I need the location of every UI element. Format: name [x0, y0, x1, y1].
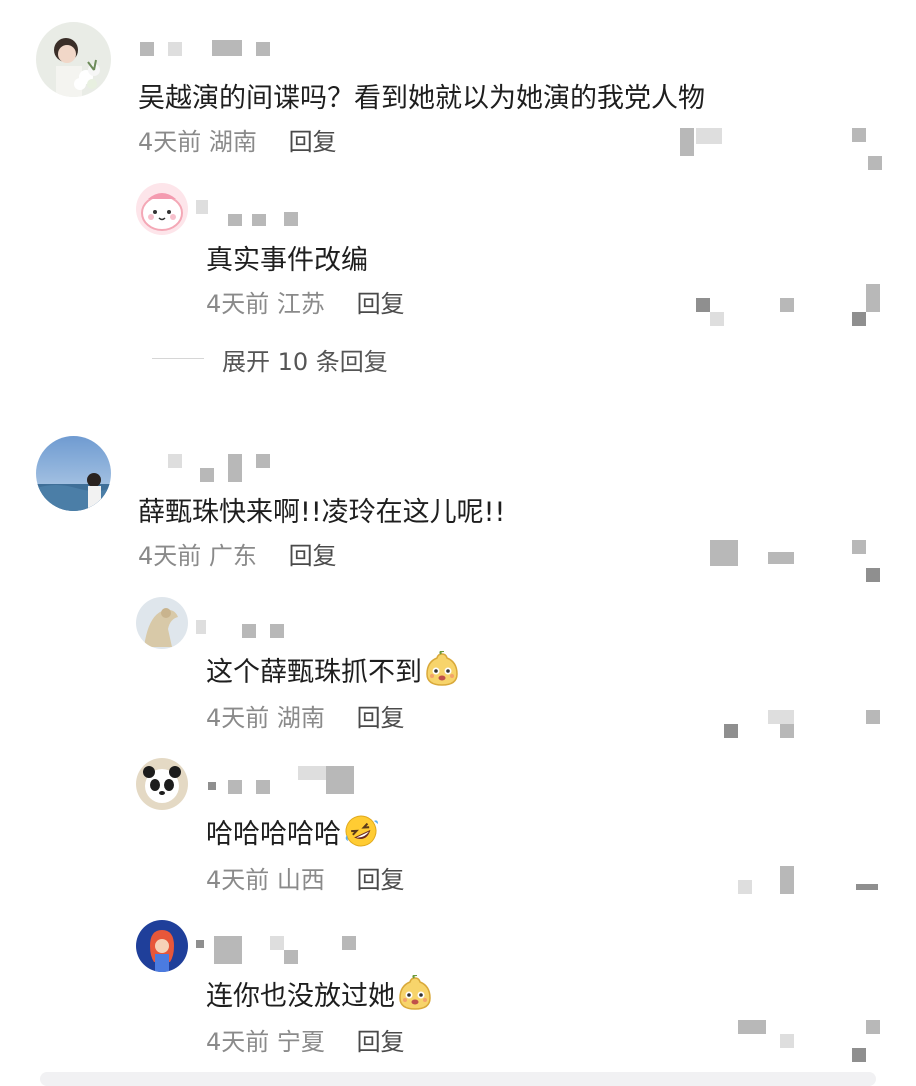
reply-meta: 4天前 宁夏 回复	[206, 1022, 405, 1057]
user-avatar-flowers-icon	[36, 22, 111, 97]
reply-time: 4天前	[206, 866, 270, 894]
reply-time: 4天前	[206, 1028, 270, 1056]
reply-text-content: 这个薛甄珠抓不到	[206, 657, 422, 688]
reply-meta: 4天前 江苏 回复	[206, 284, 405, 319]
reply-text: 哈哈哈哈哈	[206, 812, 379, 856]
reply-location: 山西	[276, 866, 325, 894]
reply-text: 这个薛甄珠抓不到	[206, 650, 460, 694]
user-avatar[interactable]	[36, 436, 111, 511]
reply-location: 湖南	[276, 704, 325, 732]
reply-text-content: 哈哈哈哈哈	[206, 819, 341, 850]
user-avatar[interactable]	[136, 758, 188, 810]
reply-time: 4天前	[206, 704, 270, 732]
expand-replies-button[interactable]: 展开 10 条回复	[222, 342, 388, 377]
reply-button[interactable]: 回复	[357, 1028, 405, 1056]
user-avatar[interactable]	[136, 597, 188, 649]
reply-button[interactable]: 回复	[357, 704, 405, 732]
comment-text: 吴越演的间谍吗？看到她就以为她演的我党人物	[138, 83, 705, 114]
reply-time: 4天前	[206, 290, 270, 318]
reply-meta: 4天前 湖南 回复	[206, 698, 405, 733]
reply-button[interactable]: 回复	[289, 128, 337, 156]
user-avatar[interactable]	[136, 920, 188, 972]
reply-button[interactable]: 回复	[357, 290, 405, 318]
reply-text: 连你也没放过她	[206, 974, 433, 1018]
user-avatar-sea-icon	[36, 436, 111, 511]
comment-time: 4天前	[138, 542, 202, 570]
reply-meta: 4天前 山西 回复	[206, 860, 405, 895]
reply-text-content: 连你也没放过她	[206, 981, 395, 1012]
user-avatar[interactable]	[136, 183, 188, 235]
pear-face-emoji-icon	[397, 974, 433, 1018]
comment-location: 广东	[208, 542, 257, 570]
comment-meta: 4天前 广东 回复	[138, 536, 337, 571]
pear-face-emoji-icon	[424, 650, 460, 694]
reply-button[interactable]: 回复	[357, 866, 405, 894]
user-avatar-cartoon-pink-icon	[136, 183, 188, 235]
comment-meta: 4天前 湖南 回复	[138, 122, 337, 157]
user-avatar-girl-blue-icon	[136, 920, 188, 972]
user-avatar-sculpture-icon	[136, 597, 188, 649]
reply-button[interactable]: 回复	[289, 542, 337, 570]
expand-divider	[152, 358, 204, 359]
comment-location: 湖南	[208, 128, 257, 156]
rofl-emoji-icon	[343, 813, 379, 856]
user-avatar-panda-icon	[136, 758, 188, 810]
reply-location: 江苏	[276, 290, 325, 318]
reply-text: 真实事件改编	[206, 245, 368, 276]
comment-text: 薛甄珠快来啊!!凌玲在这儿呢!!	[138, 497, 506, 528]
reply-location: 宁夏	[276, 1028, 325, 1056]
user-avatar[interactable]	[36, 22, 111, 97]
bottom-bar	[40, 1072, 876, 1086]
comment-time: 4天前	[138, 128, 202, 156]
